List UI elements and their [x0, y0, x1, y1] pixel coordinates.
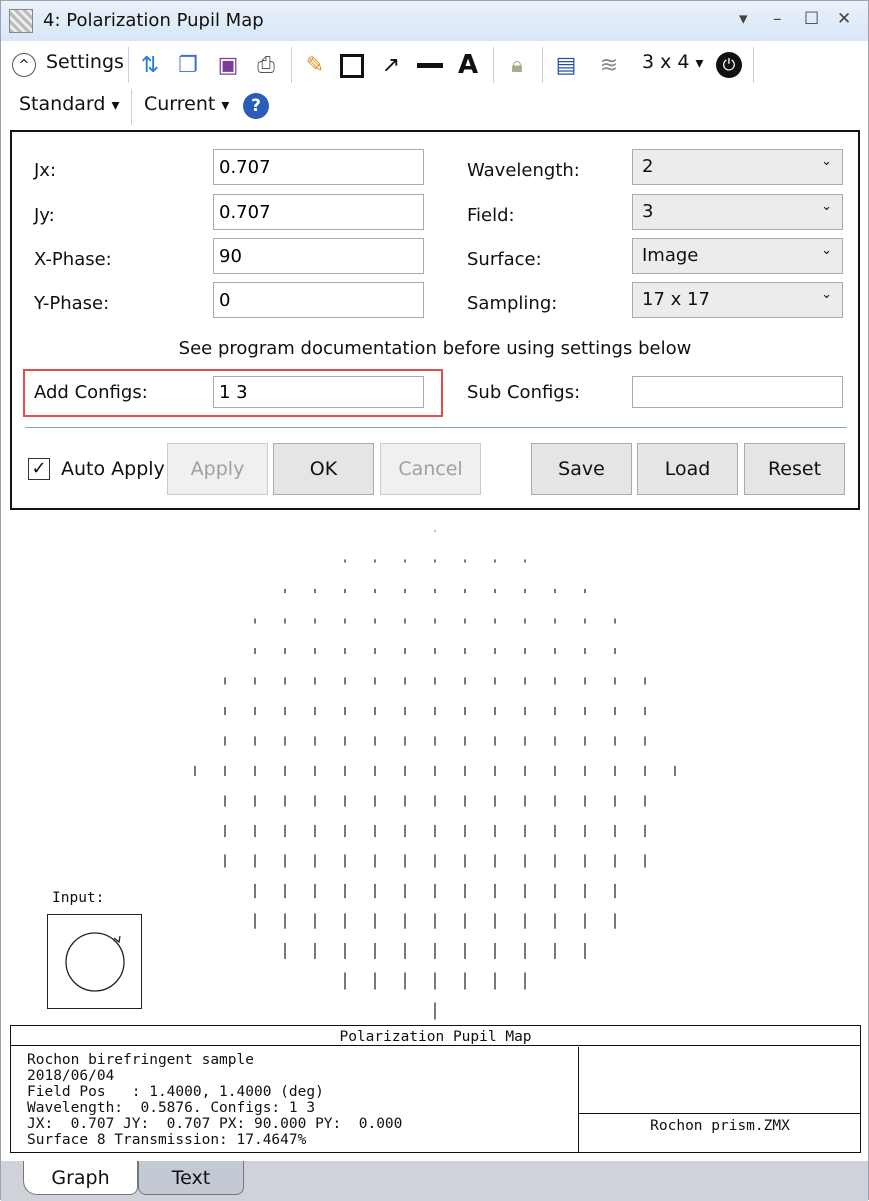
sampling-select[interactable]: 17 x 17 ⌄	[632, 282, 843, 318]
field-select[interactable]: 3 ⌄	[632, 194, 843, 230]
divider	[25, 427, 847, 428]
auto-apply-label: Auto Apply	[61, 458, 165, 480]
caret-down-icon: ▾	[221, 95, 230, 114]
caret-down-icon: ▾	[695, 53, 704, 72]
current-label: Current	[144, 93, 216, 115]
field-value: 3	[642, 201, 654, 222]
footer-info: Rochon birefringent sample 2018/06/04 Fiel…	[27, 1052, 567, 1148]
sampling-value: 17 x 17	[642, 289, 710, 310]
wavelength-value: 2	[642, 156, 654, 177]
lock-icon[interactable]: 🔒︎	[504, 52, 530, 78]
maximize-button[interactable]: ☐	[804, 9, 819, 29]
footer-line: Rochon birefringent sample	[27, 1052, 254, 1068]
save-icon[interactable]: ▣	[215, 52, 241, 78]
reset-button[interactable]: Reset	[744, 443, 845, 495]
surface-value: Image	[642, 245, 699, 266]
footer-line: Surface 8 Transmission: 17.4647%	[27, 1132, 307, 1148]
add-configs-label: Add Configs:	[34, 382, 148, 403]
current-dropdown[interactable]: Current ▾	[144, 93, 229, 115]
refresh-icon[interactable]: ⇅	[137, 52, 163, 78]
line-icon[interactable]	[417, 63, 443, 68]
caret-down-icon: ▾	[111, 95, 120, 114]
standard-label: Standard	[19, 93, 106, 115]
sub-configs-label: Sub Configs:	[467, 382, 581, 403]
sub-configs-input[interactable]	[632, 376, 843, 408]
dropdown-icon[interactable]: ▾	[739, 9, 748, 29]
xphase-input[interactable]	[213, 238, 424, 274]
tab-text[interactable]: Text	[138, 1161, 244, 1195]
footer-line: JX: 0.707 JY: 0.707 PX: 90.000 PY: 0.000	[27, 1116, 403, 1132]
settings-note: See program documentation before using s…	[178, 338, 692, 359]
input-label: Input:	[52, 890, 105, 906]
power-icon[interactable]: ⏻	[716, 52, 742, 78]
auto-apply-checkbox[interactable]: ✓	[28, 458, 50, 480]
footer-line: Field Pos : 1.4000, 1.4000 (deg)	[27, 1084, 324, 1100]
surface-select[interactable]: Image ⌄	[632, 238, 843, 274]
print-icon[interactable]: ⎙	[253, 52, 279, 78]
layers-icon[interactable]: ≋	[596, 52, 622, 78]
wavelength-select[interactable]: 2 ⌄	[632, 149, 843, 185]
copy-icon[interactable]: ❐	[175, 52, 201, 78]
save-button[interactable]: Save	[531, 443, 632, 495]
arrow-icon[interactable]: ↗	[378, 52, 404, 78]
cancel-button[interactable]: Cancel	[380, 443, 481, 495]
help-icon[interactable]: ?	[243, 93, 269, 119]
add-configs-input[interactable]	[213, 376, 424, 408]
tab-bar: Graph Text	[1, 1161, 868, 1201]
jx-label: Jx:	[34, 160, 57, 181]
yphase-input[interactable]	[213, 282, 424, 318]
jy-input[interactable]	[213, 194, 424, 230]
analysis-window: 4: Polarization Pupil Map ▾ – ☐ ✕ ^ Sett…	[0, 0, 869, 1201]
circular-polarization-icon	[65, 932, 125, 992]
plot-footer: Polarization Pupil Map Rochon birefringe…	[10, 1025, 861, 1153]
chevron-down-icon: ⌄	[821, 243, 832, 258]
apply-button[interactable]: Apply	[167, 443, 268, 495]
text-icon[interactable]: A	[455, 50, 481, 80]
close-button[interactable]: ✕	[837, 9, 851, 29]
surface-label: Surface:	[467, 249, 542, 270]
chevron-down-icon: ⌄	[821, 287, 832, 302]
standard-dropdown[interactable]: Standard ▾	[19, 93, 119, 115]
chevron-up-icon: ^	[12, 53, 36, 77]
footer-line: Wavelength: 0.5876. Configs: 1 3	[27, 1100, 316, 1116]
xphase-label: X-Phase:	[34, 249, 112, 270]
ok-button[interactable]: OK	[273, 443, 374, 495]
rectangle-icon[interactable]	[340, 54, 364, 78]
wavelength-label: Wavelength:	[467, 160, 580, 181]
chevron-down-icon: ⌄	[821, 154, 832, 169]
settings-label: Settings	[46, 51, 124, 73]
field-label: Field:	[467, 205, 515, 226]
tab-graph[interactable]: Graph	[23, 1161, 138, 1195]
pencil-icon[interactable]: ✎	[302, 52, 328, 78]
toolbar-row-2: Standard ▾ Current ▾ ?	[1, 85, 868, 129]
window-title: 4: Polarization Pupil Map	[43, 10, 264, 31]
jx-input[interactable]	[213, 149, 424, 185]
footer-title: Polarization Pupil Map	[11, 1026, 860, 1046]
title-bar: 4: Polarization Pupil Map ▾ – ☐ ✕	[1, 1, 868, 41]
load-button[interactable]: Load	[637, 443, 738, 495]
footer-line: 2018/06/04	[27, 1068, 115, 1084]
layout-label: 3 x 4	[642, 51, 690, 73]
jy-label: Jy:	[34, 205, 55, 226]
input-polarization-box	[47, 914, 142, 1009]
settings-panel: Jx: Jy: X-Phase: Y-Phase: Wavelength: 2⌄…	[10, 130, 860, 510]
chevron-down-icon: ⌄	[821, 199, 832, 214]
yphase-label: Y-Phase:	[34, 293, 110, 314]
window-icon[interactable]: ▤	[553, 52, 579, 78]
minimize-button[interactable]: –	[773, 9, 782, 29]
app-icon	[9, 9, 33, 33]
layout-dropdown[interactable]: 3 x 4 ▾	[642, 51, 704, 73]
footer-filename: Rochon prism.ZMX	[650, 1118, 790, 1134]
sampling-label: Sampling:	[467, 293, 558, 314]
toolbar: ^ Settings ⇅ ❐ ▣ ⎙ ✎ ↗ A 🔒︎ ▤ ≋ 3 x 4 ▾ …	[1, 43, 868, 87]
